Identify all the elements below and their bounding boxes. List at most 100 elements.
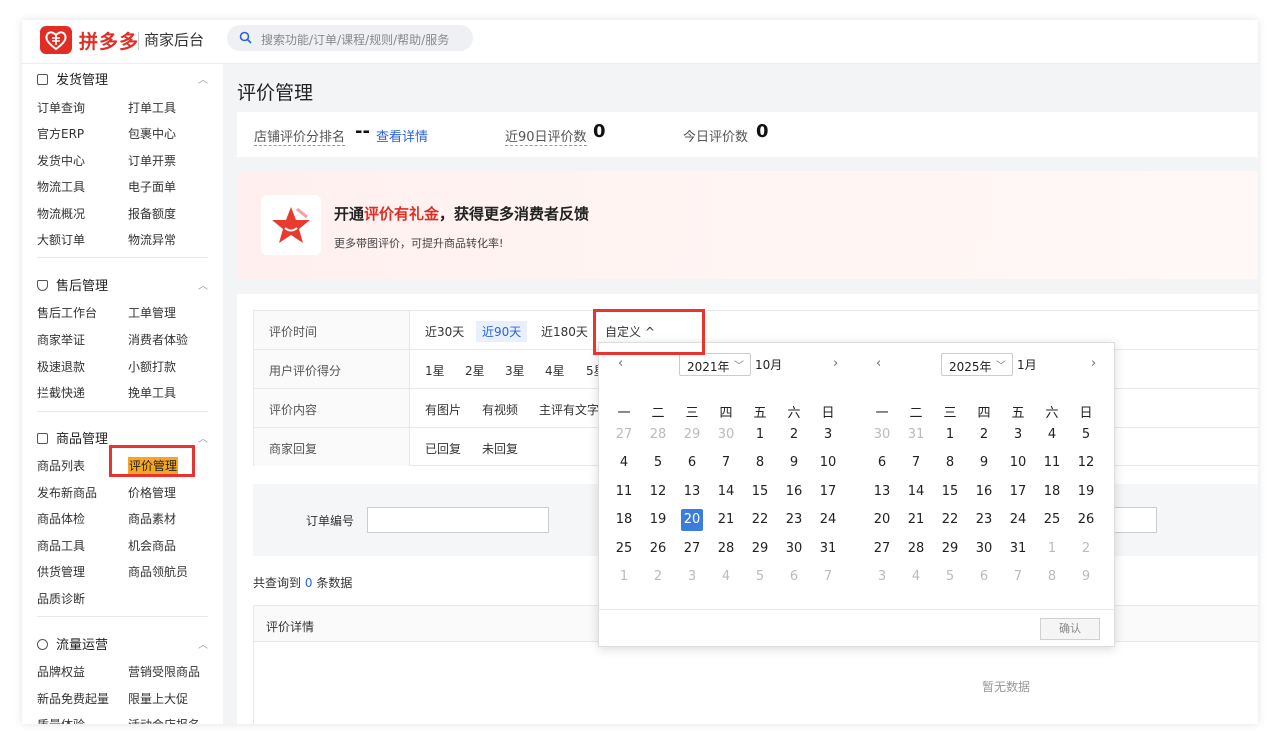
calendar-day[interactable]: 11 <box>613 481 635 503</box>
calendar-day[interactable]: 6 <box>783 566 805 588</box>
calendar-day[interactable]: 17 <box>1007 481 1029 503</box>
calendar-day[interactable]: 31 <box>817 538 839 560</box>
global-search[interactable]: 搜索功能/订单/课程/规则/帮助/服务 <box>227 25 473 51</box>
calendar-day[interactable]: 6 <box>681 452 703 474</box>
calendar-day[interactable]: 15 <box>749 481 771 503</box>
calendar-day[interactable]: 16 <box>783 481 805 503</box>
next-month-icon[interactable]: › <box>833 356 838 371</box>
calendar-day[interactable]: 13 <box>681 481 703 503</box>
sidebar-item[interactable]: 价格管理 <box>128 484 176 501</box>
sidebar-item[interactable]: 供货管理 <box>37 563 85 580</box>
calendar-day[interactable]: 28 <box>715 538 737 560</box>
calendar-day[interactable]: 5 <box>939 566 961 588</box>
calendar-day[interactable]: 26 <box>1075 509 1097 531</box>
calendar-day[interactable]: 6 <box>871 452 893 474</box>
calendar-day[interactable]: 27 <box>871 538 893 560</box>
option-has-image[interactable]: 有图片 <box>425 401 461 418</box>
date-range-picker[interactable]: ‹ 2021年 ﹀ 10月 › 一二三四五六日 27 28 29 30 1 2 3 4 5 6 7 8 9 1… <box>598 342 1116 647</box>
calendar-day[interactable]: 4 <box>1041 424 1063 446</box>
calendar-day[interactable]: 22 <box>749 509 771 531</box>
sidebar-item[interactable]: 新品免费起量 <box>37 690 109 707</box>
calendar-day[interactable]: 3 <box>817 424 839 446</box>
prev-month-icon[interactable]: ‹ <box>618 356 623 371</box>
sidebar-item[interactable]: 订单查询 <box>37 99 85 116</box>
confirm-button[interactable]: 确认 <box>1040 618 1100 640</box>
calendar-day[interactable]: 30 <box>783 538 805 560</box>
sidebar-item[interactable]: 限量上大促 <box>128 690 188 707</box>
sidebar-item[interactable]: 小额打款 <box>128 358 176 375</box>
calendar-day[interactable]: 19 <box>647 509 669 531</box>
calendar-day[interactable]: 1 <box>749 424 771 446</box>
sidebar-item[interactable]: 商品工具 <box>37 537 85 554</box>
calendar-day[interactable]: 5 <box>647 452 669 474</box>
option-has-video[interactable]: 有视频 <box>482 401 518 418</box>
sidebar-item[interactable]: 活动会店报名 <box>128 716 200 724</box>
calendar-day[interactable]: 19 <box>1075 481 1097 503</box>
sidebar-item[interactable]: 营销受限商品 <box>128 663 200 680</box>
sidebar-item[interactable]: 报备额度 <box>128 205 176 222</box>
sidebar-item[interactable]: 物流异常 <box>128 231 176 248</box>
calendar-day[interactable]: 8 <box>1041 566 1063 588</box>
calendar-day[interactable]: 22 <box>939 509 961 531</box>
calendar-day[interactable]: 9 <box>1075 566 1097 588</box>
calendar-day[interactable]: 21 <box>905 509 927 531</box>
option-1star[interactable]: 1星 <box>425 362 445 379</box>
calendar-day[interactable]: 13 <box>871 481 893 503</box>
sidebar-item[interactable]: 工单管理 <box>128 304 176 321</box>
calendar-day[interactable]: 24 <box>817 509 839 531</box>
calendar-day[interactable]: 1 <box>1041 538 1063 560</box>
option-has-text[interactable]: 主评有文字 <box>539 401 599 418</box>
calendar-day[interactable]: 20 <box>871 509 893 531</box>
calendar-day[interactable]: 8 <box>939 452 961 474</box>
calendar-day[interactable]: 7 <box>1007 566 1029 588</box>
calendar-day[interactable]: 4 <box>613 452 635 474</box>
calendar-day[interactable]: 5 <box>1075 424 1097 446</box>
calendar-day[interactable]: 28 <box>647 424 669 446</box>
calendar-day[interactable]: 3 <box>1007 424 1029 446</box>
calendar-day[interactable]: 31 <box>1007 538 1029 560</box>
option-2star[interactable]: 2星 <box>465 362 485 379</box>
sidebar-item[interactable]: 机会商品 <box>128 537 176 554</box>
calendar-day[interactable]: 21 <box>715 509 737 531</box>
sidebar-item[interactable]: 打单工具 <box>128 99 176 116</box>
calendar-day[interactable]: 2 <box>973 424 995 446</box>
sidebar-item[interactable]: 商品列表 <box>37 457 85 474</box>
calendar-day[interactable]: 2 <box>647 566 669 588</box>
sidebar-item[interactable]: 商家举证 <box>37 331 85 348</box>
calendar-day[interactable]: 24 <box>1007 509 1029 531</box>
sidebar-item[interactable]: 订单开票 <box>128 152 176 169</box>
sidebar-item[interactable]: 物流工具 <box>37 178 85 195</box>
option-3star[interactable]: 3星 <box>505 362 525 379</box>
sidebar-item[interactable]: 包裹中心 <box>128 125 176 142</box>
sidebar-item[interactable]: 物流概况 <box>37 205 85 222</box>
sidebar-item[interactable]: 大额订单 <box>37 231 85 248</box>
calendar-day[interactable]: 30 <box>973 538 995 560</box>
calendar-day[interactable]: 10 <box>817 452 839 474</box>
calendar-day[interactable]: 27 <box>681 538 703 560</box>
sidebar-item[interactable]: 品质诊断 <box>37 590 85 607</box>
sidebar-item[interactable]: 消费者体验 <box>128 331 188 348</box>
option-not-replied[interactable]: 未回复 <box>482 440 518 457</box>
calendar-day-selected[interactable]: 20 <box>681 509 703 531</box>
calendar-day[interactable]: 26 <box>647 538 669 560</box>
sidebar-item[interactable]: 发布新商品 <box>37 484 97 501</box>
year-select-left[interactable]: 2021年 ﹀ <box>679 353 751 376</box>
sidebar-item[interactable]: 售后工作台 <box>37 304 97 321</box>
calendar-day[interactable]: 9 <box>783 452 805 474</box>
next-month-icon[interactable]: › <box>1091 356 1096 371</box>
calendar-day[interactable]: 23 <box>783 509 805 531</box>
promo-banner[interactable]: 开通评价有礼金，获得更多消费者反馈 更多带图评价，可提升商品转化率! <box>237 171 1258 279</box>
calendar-day[interactable]: 3 <box>681 566 703 588</box>
calendar-day[interactable]: 28 <box>905 538 927 560</box>
year-select-right[interactable]: 2025年 ﹀ <box>941 353 1013 376</box>
calendar-day[interactable]: 10 <box>1007 452 1029 474</box>
calendar-day[interactable]: 31 <box>905 424 927 446</box>
calendar-day[interactable]: 1 <box>939 424 961 446</box>
sidebar-item[interactable]: 拦截快递 <box>37 384 85 401</box>
sidebar-group-products[interactable]: 商品管理 <box>37 428 108 447</box>
calendar-day[interactable]: 16 <box>973 481 995 503</box>
calendar-day[interactable]: 2 <box>1075 538 1097 560</box>
calendar-day[interactable]: 12 <box>1075 452 1097 474</box>
calendar-day[interactable]: 25 <box>1041 509 1063 531</box>
calendar-day[interactable]: 29 <box>681 424 703 446</box>
